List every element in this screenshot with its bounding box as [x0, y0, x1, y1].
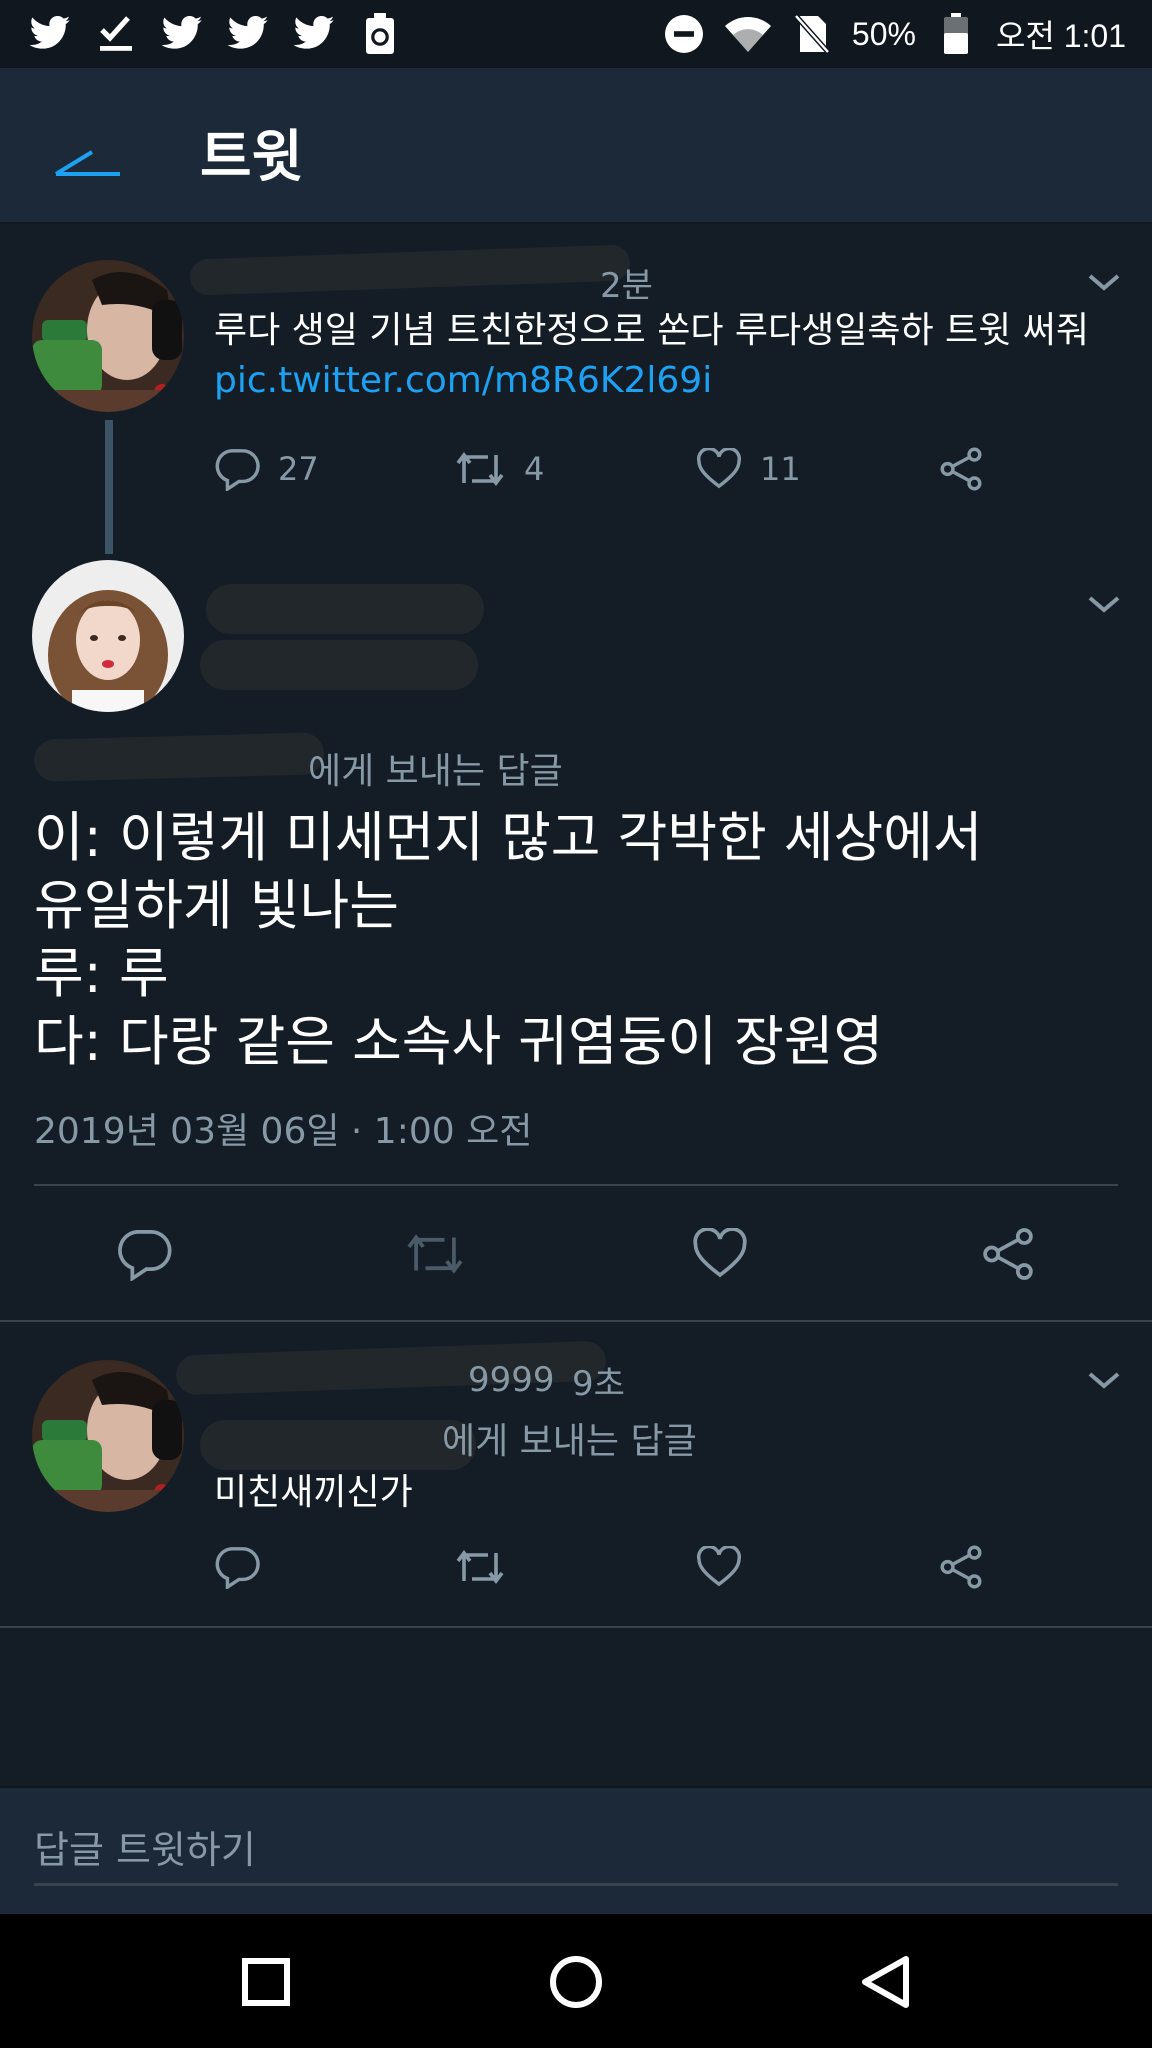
- share-icon: [940, 447, 982, 491]
- tweet-line: 이: 이렇게 미세먼지 많고 각박한 세상에서: [34, 806, 983, 869]
- no-sim-icon: [788, 10, 836, 58]
- chevron-down-icon: [1088, 274, 1120, 291]
- avatar[interactable]: [32, 560, 184, 712]
- notification-icons: [26, 10, 404, 58]
- tweet-time: 2분: [600, 266, 653, 306]
- avatar[interactable]: [32, 1360, 184, 1512]
- reply-icon: [215, 449, 260, 491]
- tweet-menu-button[interactable]: [1084, 1366, 1124, 1396]
- avatar[interactable]: [32, 260, 184, 412]
- reply-count: 27: [278, 450, 319, 488]
- redacted-reply-target: [200, 1420, 476, 1470]
- recycle-battery-icon: [356, 10, 404, 58]
- share-icon: [983, 1228, 1033, 1280]
- redacted-username: [200, 640, 478, 690]
- retweet-count: 4: [524, 450, 545, 488]
- tweet-timestamp: 2019년 03월 06일 · 1:00 오전: [34, 1111, 533, 1152]
- battery-percent: 50%: [851, 15, 916, 52]
- back-button[interactable]: [52, 120, 124, 180]
- reply-tweet[interactable]: 9999 9초 에게 보내는 답글 미친새끼신가: [0, 1322, 1152, 1626]
- reply-button[interactable]: 27: [214, 447, 454, 491]
- back-arrow-icon: [54, 150, 120, 176]
- reply-icon: [215, 1547, 260, 1589]
- tweet-menu-button[interactable]: [1084, 590, 1124, 620]
- heart-icon: [693, 1228, 747, 1278]
- circle-icon: [550, 1956, 602, 2008]
- share-button[interactable]: [938, 1544, 984, 1590]
- share-icon: [940, 1545, 982, 1589]
- twitter-icon: [158, 10, 206, 58]
- redacted-display-name: [206, 584, 484, 634]
- divider: [0, 1626, 1152, 1628]
- share-button[interactable]: [980, 1226, 1036, 1282]
- like-button[interactable]: [696, 1546, 938, 1588]
- tweet-media-link[interactable]: pic.twitter.com/m8R6K2l69i: [214, 360, 712, 401]
- divider: [34, 1184, 1118, 1186]
- triangle-back-icon: [862, 1956, 909, 2008]
- do-not-disturb-icon: [660, 10, 708, 58]
- back-nav-button[interactable]: [846, 1942, 926, 2022]
- retweet-icon: [456, 452, 504, 486]
- tweet-line: 다: 다랑 같은 소속사 귀염둥이 장원영: [34, 1010, 884, 1073]
- tweet-text: 미친새끼신가: [214, 1472, 413, 1513]
- app-header: 트윗: [0, 68, 1152, 224]
- reply-icon: [118, 1229, 172, 1281]
- chevron-down-icon: [1088, 1372, 1120, 1389]
- retweet-button[interactable]: [454, 1545, 696, 1589]
- twitter-icon: [290, 10, 338, 58]
- reply-to-label: 에게 보내는 답글: [442, 1421, 697, 1462]
- redacted-username: [189, 244, 631, 296]
- retweet-button: [404, 1228, 692, 1280]
- system-nav-bar: [0, 1914, 1152, 2048]
- tweet-line: 유일하게 빛나는: [34, 874, 399, 937]
- tweet-actions: 27 4 11: [214, 446, 984, 492]
- heart-icon: [697, 448, 741, 489]
- heart-icon: [697, 1546, 741, 1587]
- retweet-button[interactable]: 4: [454, 447, 696, 491]
- status-bar: 50% 오전 1:01: [0, 0, 1152, 68]
- tweet-time: 9초: [572, 1364, 625, 1404]
- twitter-icon: [224, 10, 272, 58]
- focused-tweet: 에게 보내는 답글 이: 이렇게 미세먼지 많고 각박한 세상에서 유일하게 빛…: [0, 550, 1152, 1322]
- reply-input[interactable]: [34, 1816, 1118, 1886]
- thread-connector: [105, 420, 113, 554]
- page-title: 트윗: [200, 125, 304, 190]
- clock: 오전 1:01: [995, 18, 1126, 54]
- like-button[interactable]: [692, 1228, 980, 1280]
- home-button[interactable]: [536, 1942, 616, 2022]
- share-button[interactable]: [938, 446, 984, 492]
- tweet-menu-button[interactable]: [1084, 268, 1124, 298]
- reply-composer: [0, 1786, 1152, 1914]
- chevron-down-icon: [1088, 596, 1120, 613]
- reply-to-label: 에게 보내는 답글: [308, 751, 563, 792]
- redacted-reply-target: [33, 732, 325, 782]
- square-icon: [242, 1958, 290, 2006]
- retweet-icon: [456, 1550, 504, 1584]
- tweet-text: 루다 생일 기념 트친한정으로 쏜다 루다생일축하 트윗 써줘 pic.twit…: [214, 306, 1134, 406]
- recents-button[interactable]: [226, 1942, 306, 2022]
- tweet-line: 루: 루: [34, 942, 169, 1005]
- like-button[interactable]: 11: [696, 448, 938, 490]
- battery-icon: [932, 10, 980, 58]
- reply-button[interactable]: [116, 1227, 404, 1281]
- tweet-body: 루다 생일 기념 트친한정으로 쏜다 루다생일축하 트윗 써줘: [214, 310, 1089, 351]
- reply-button[interactable]: [214, 1545, 454, 1589]
- twitter-icon: [26, 10, 74, 58]
- like-count: 11: [760, 450, 801, 488]
- tweet-actions: [214, 1544, 984, 1590]
- tweet-actions: [116, 1226, 1036, 1282]
- wifi-icon: [724, 10, 772, 58]
- retweet-icon: [407, 1234, 463, 1274]
- parent-tweet[interactable]: 2분 루다 생일 기념 트친한정으로 쏜다 루다생일축하 트윗 써줘 pic.t…: [0, 224, 1152, 550]
- check-icon: [92, 10, 140, 58]
- system-indicators: 50% 오전 1:01: [660, 10, 1126, 58]
- tweet-handle-fragment: 9999: [468, 1360, 555, 1400]
- tweet-text: 이: 이렇게 미세먼지 많고 각박한 세상에서 유일하게 빛나는 루: 루 다:…: [34, 804, 983, 1076]
